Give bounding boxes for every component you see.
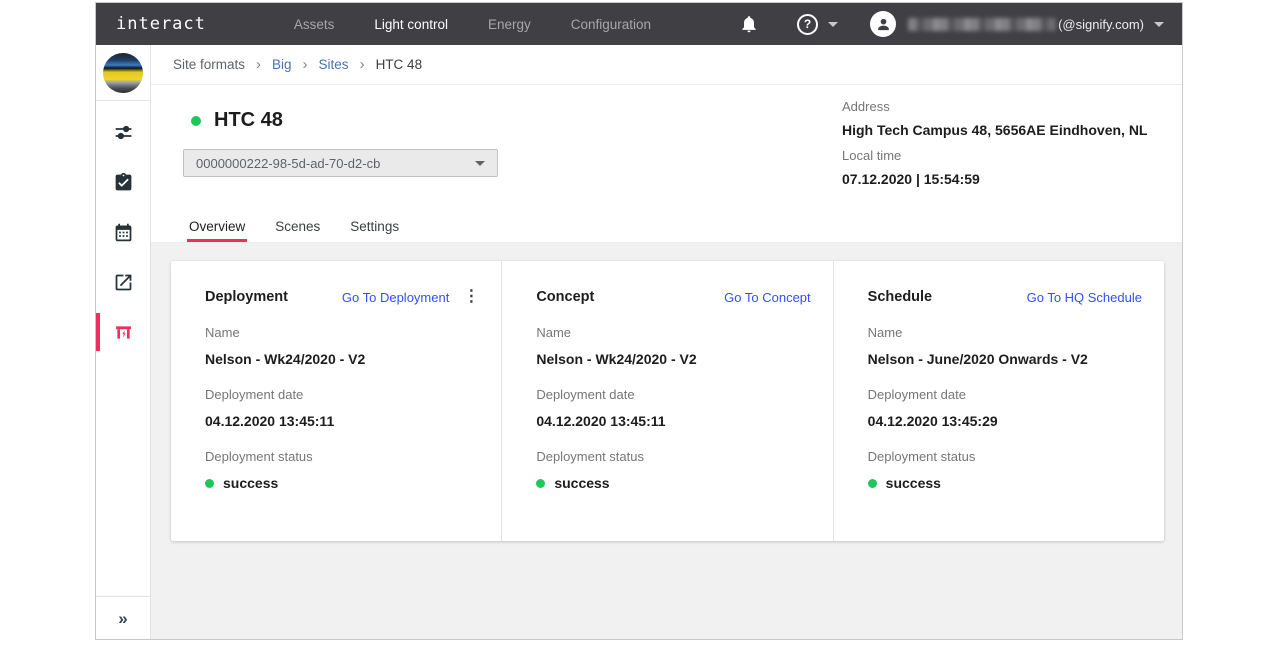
breadcrumb: Site formats › Big › Sites › HTC 48 xyxy=(151,45,1182,85)
deployment-status-value: success xyxy=(223,475,278,491)
open-in-new-icon xyxy=(113,272,134,293)
device-id-value: 0000000222-98-5d-ad-70-d2-cb xyxy=(196,156,475,171)
deployment-icon xyxy=(113,322,134,343)
clipboard-check-icon xyxy=(113,172,134,193)
site-photo-cell xyxy=(96,45,150,101)
main-area: Site formats › Big › Sites › HTC 48 HTC … xyxy=(151,45,1182,640)
tune-icon xyxy=(113,122,134,143)
go-to-hq-schedule-link[interactable]: Go To HQ Schedule xyxy=(1027,290,1142,305)
help-caret-icon[interactable] xyxy=(828,22,838,27)
help-icon[interactable]: ? xyxy=(797,14,818,35)
schedule-name-value: Nelson - June/2020 Onwards - V2 xyxy=(868,351,1142,367)
interact-logo[interactable]: interact xyxy=(116,14,206,34)
chevron-down-icon xyxy=(475,161,485,166)
concept-section: Concept Go To Concept Name Nelson - Wk24… xyxy=(501,261,832,541)
nav-item-configuration[interactable]: Configuration xyxy=(571,17,651,32)
name-label: Name xyxy=(205,325,479,340)
breadcrumb-sites[interactable]: Sites xyxy=(319,57,349,72)
breadcrumb-current-page: HTC 48 xyxy=(376,57,423,72)
deployment-section: Deployment Go To Deployment ⋮ Name Nelso… xyxy=(171,261,501,541)
overview-content: Deployment Go To Deployment ⋮ Name Nelso… xyxy=(151,243,1182,640)
deployment-title: Deployment xyxy=(205,289,342,305)
breadcrumb-separator-icon: › xyxy=(256,56,261,73)
user-avatar[interactable] xyxy=(870,11,896,37)
deployment-status-label: Deployment status xyxy=(536,449,810,464)
schedule-status-value: success xyxy=(886,475,941,491)
nav-item-energy[interactable]: Energy xyxy=(488,17,531,32)
success-status-dot xyxy=(205,479,214,488)
breadcrumb-separator-icon: › xyxy=(360,56,365,73)
concept-status-value: success xyxy=(554,475,609,491)
deployment-status-label: Deployment status xyxy=(205,449,479,464)
concept-name-value: Nelson - Wk24/2020 - V2 xyxy=(536,351,810,367)
site-header: HTC 48 0000000222-98-5d-ad-70-d2-cb Addr… xyxy=(151,85,1182,209)
schedule-date-value: 04.12.2020 13:45:29 xyxy=(868,413,1142,429)
breadcrumb-big[interactable]: Big xyxy=(272,57,292,72)
nav-item-assets[interactable]: Assets xyxy=(294,17,335,32)
person-icon xyxy=(875,16,892,33)
name-label: Name xyxy=(868,325,1142,340)
double-chevron-right-icon: » xyxy=(118,609,127,629)
page-title: HTC 48 xyxy=(214,109,283,132)
more-options-icon[interactable]: ⋮ xyxy=(463,289,479,305)
deployment-name-value: Nelson - Wk24/2020 - V2 xyxy=(205,351,479,367)
sidebar-icon-list xyxy=(96,101,150,357)
help-menu[interactable]: ? xyxy=(797,14,838,35)
tab-overview[interactable]: Overview xyxy=(187,209,247,242)
main-nav: Assets Light control Energy Configuratio… xyxy=(294,17,651,32)
tab-settings[interactable]: Settings xyxy=(348,209,401,242)
sidebar-item-export[interactable] xyxy=(96,257,150,307)
concept-date-value: 04.12.2020 13:45:11 xyxy=(536,413,810,429)
calendar-icon xyxy=(113,222,134,243)
deployment-status-label: Deployment status xyxy=(868,449,1142,464)
tab-bar: Overview Scenes Settings xyxy=(151,209,1182,243)
nav-item-light-control[interactable]: Light control xyxy=(374,17,448,32)
user-menu-caret-icon[interactable] xyxy=(1154,22,1164,27)
address-value: High Tech Campus 48, 5656AE Eindhoven, N… xyxy=(842,122,1147,138)
tab-scenes[interactable]: Scenes xyxy=(273,209,322,242)
sidebar-item-deployment[interactable] xyxy=(96,307,150,357)
local-time-label: Local time xyxy=(842,148,1147,163)
address-label: Address xyxy=(842,99,1147,114)
schedule-section: Schedule Go To HQ Schedule Name Nelson -… xyxy=(833,261,1164,541)
notifications-bell-icon[interactable] xyxy=(739,13,759,35)
success-status-dot xyxy=(868,479,877,488)
site-online-status-dot xyxy=(191,116,201,126)
go-to-deployment-link[interactable]: Go To Deployment xyxy=(342,290,449,305)
deployment-date-label: Deployment date xyxy=(536,387,810,402)
site-thumbnail[interactable] xyxy=(103,53,143,93)
breadcrumb-site-formats[interactable]: Site formats xyxy=(173,57,245,72)
topbar-right-cluster: ? (@signify.com) xyxy=(739,11,1164,37)
breadcrumb-separator-icon: › xyxy=(303,56,308,73)
app-window: interact Assets Light control Energy Con… xyxy=(95,2,1183,640)
sidebar-item-calendar[interactable] xyxy=(96,207,150,257)
sidebar-item-tasks[interactable] xyxy=(96,157,150,207)
name-label: Name xyxy=(536,325,810,340)
overview-card: Deployment Go To Deployment ⋮ Name Nelso… xyxy=(171,261,1164,541)
deployment-date-label: Deployment date xyxy=(205,387,479,402)
deployment-date-value: 04.12.2020 13:45:11 xyxy=(205,413,479,429)
success-status-dot xyxy=(536,479,545,488)
sidebar-item-tune[interactable] xyxy=(96,107,150,157)
concept-title: Concept xyxy=(536,289,724,305)
left-sidebar: » xyxy=(96,45,151,640)
address-block: Address High Tech Campus 48, 5656AE Eind… xyxy=(842,99,1147,197)
schedule-title: Schedule xyxy=(868,289,1027,305)
local-time-value: 07.12.2020 | 15:54:59 xyxy=(842,171,1147,187)
go-to-concept-link[interactable]: Go To Concept xyxy=(724,290,810,305)
user-email-redacted xyxy=(908,18,1056,31)
device-id-dropdown[interactable]: 0000000222-98-5d-ad-70-d2-cb xyxy=(183,149,498,177)
deployment-date-label: Deployment date xyxy=(868,387,1142,402)
user-email-suffix: (@signify.com) xyxy=(1058,17,1144,32)
sidebar-collapse-button[interactable]: » xyxy=(96,596,150,640)
top-navigation-bar: interact Assets Light control Energy Con… xyxy=(96,3,1182,45)
